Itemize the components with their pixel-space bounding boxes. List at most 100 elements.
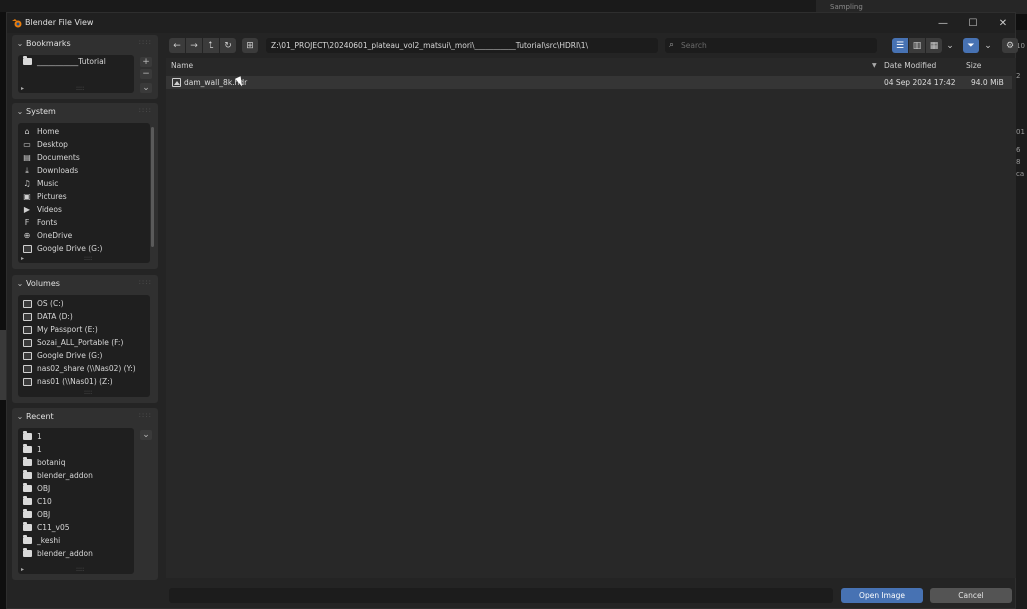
volume-item[interactable]: Google Drive (G:) [18, 349, 150, 362]
drag-handle-icon[interactable]: :::: [139, 278, 152, 286]
column-date-header[interactable]: Date Modified [884, 61, 936, 70]
resize-grip-icon[interactable]: :::: [76, 85, 84, 92]
recent-label: blender_addon [37, 471, 93, 480]
bookmarks-header[interactable]: ⌄ Bookmarks :::: [12, 35, 158, 51]
volumes-list: OS (C:) DATA (D:) My Passport (E:) Sozai… [18, 295, 150, 397]
system-item-label: Fonts [37, 218, 58, 227]
recent-item[interactable]: botaniq [18, 456, 134, 469]
parent-directory-button[interactable]: ⮤ [203, 38, 219, 53]
recent-item[interactable]: _keshi [18, 534, 134, 547]
recent-item[interactable]: blender_addon [18, 469, 134, 482]
recent-item[interactable]: C10 [18, 495, 134, 508]
column-name-header[interactable]: Name [171, 61, 193, 70]
folder-icon [22, 509, 32, 519]
volume-item[interactable]: nas01 (\\Nas01) (Z:) [18, 375, 150, 388]
network-drive-icon [22, 377, 32, 386]
forward-button[interactable]: → [186, 38, 202, 53]
add-bookmark-button[interactable]: + [140, 57, 152, 67]
videos-icon: ▶ [23, 205, 31, 214]
music-icon: ♫ [23, 179, 31, 188]
system-item-documents[interactable]: ▤ Documents [18, 151, 150, 164]
volume-item[interactable]: DATA (D:) [18, 310, 150, 323]
resize-grip-icon[interactable]: :::: [84, 389, 92, 396]
vertical-list-view-button[interactable]: ☰ [892, 38, 908, 53]
volumes-header[interactable]: ⌄ Volumes :::: [12, 275, 158, 291]
recent-item[interactable]: blender_addon [18, 547, 134, 560]
bookmarks-menu-button[interactable]: ⌄ [140, 83, 152, 93]
system-panel: ⌄ System :::: ⌂ Home ▭ Desktop ▤ Documents … [12, 103, 158, 269]
back-button[interactable]: ← [169, 38, 185, 53]
expand-triangle-icon[interactable]: ▸ [21, 566, 24, 573]
search-field[interactable]: ⌕ [665, 38, 877, 53]
expand-triangle-icon[interactable]: ▸ [21, 85, 24, 92]
system-item-pictures[interactable]: ▣ Pictures [18, 190, 150, 203]
maximize-button[interactable]: ☐ [961, 15, 985, 31]
system-item-videos[interactable]: ▶ Videos [18, 203, 150, 216]
minimize-button[interactable]: — [931, 15, 955, 31]
resize-grip-icon[interactable]: :::: [76, 566, 84, 573]
open-image-button[interactable]: Open Image [841, 588, 923, 603]
folder-icon [22, 470, 32, 480]
resize-grip-icon[interactable]: :::: [84, 255, 92, 262]
recent-item[interactable]: 1 [18, 443, 134, 456]
cancel-button[interactable]: Cancel [930, 588, 1012, 603]
refresh-button[interactable]: ↻ [220, 38, 236, 53]
recent-item[interactable]: OBJ [18, 482, 134, 495]
display-settings-dropdown[interactable]: ⌄ [942, 38, 958, 53]
recent-menu-button[interactable]: ⌄ [140, 430, 152, 440]
system-item-home[interactable]: ⌂ Home [18, 125, 150, 138]
volume-item[interactable]: nas02_share (\\Nas02) (Y:) [18, 362, 150, 375]
volume-item[interactable]: Sozai_ALL_Portable (F:) [18, 336, 150, 349]
recent-title: Recent [26, 411, 54, 421]
gear-icon[interactable]: ⚙ [1002, 38, 1018, 53]
file-list: Name ▼ Date Modified Size dam_wall_8k.hd… [166, 58, 1016, 578]
filter-icon[interactable]: ⏷ [963, 38, 979, 53]
recent-item[interactable]: OBJ [18, 508, 134, 521]
bookmarks-list-footer: ▸ :::: [18, 85, 134, 93]
system-header[interactable]: ⌄ System :::: [12, 103, 158, 119]
new-folder-button[interactable]: ⊞ [242, 38, 258, 53]
filter-dropdown[interactable]: ⌄ [980, 38, 996, 53]
column-size-header[interactable]: Size [966, 61, 981, 70]
system-item-label: Videos [37, 205, 62, 214]
volumes-panel: ⌄ Volumes :::: OS (C:) DATA (D:) My Pass… [12, 275, 158, 403]
sort-descending-icon[interactable]: ▼ [872, 62, 877, 69]
system-item-downloads[interactable]: ⤓ Downloads [18, 164, 150, 177]
bookmarks-panel: ⌄ Bookmarks :::: ___________Tutorial ▸ :… [12, 35, 158, 99]
search-input[interactable] [681, 38, 871, 53]
window-title: Blender File View [25, 18, 94, 27]
volume-item[interactable]: My Passport (E:) [18, 323, 150, 336]
system-item-music[interactable]: ♫ Music [18, 177, 150, 190]
system-item-fonts[interactable]: F Fonts [18, 216, 150, 229]
title-bar[interactable]: Blender File View — ☐ ✕ [7, 13, 1015, 33]
recent-label: 1 [37, 445, 42, 454]
recent-label: 1 [37, 432, 42, 441]
folder-icon [22, 444, 32, 454]
system-item-label: OneDrive [37, 231, 73, 240]
drag-handle-icon[interactable]: :::: [139, 106, 152, 114]
system-scrollbar[interactable] [151, 127, 154, 247]
folder-icon [22, 548, 32, 558]
remove-bookmark-button[interactable]: − [140, 69, 152, 79]
bookmarks-list: ___________Tutorial ▸ :::: [18, 55, 134, 93]
bookmark-item[interactable]: ___________Tutorial [18, 55, 134, 68]
thumbnails-view-button[interactable]: ▦ [926, 38, 942, 53]
directory-path-input[interactable] [266, 38, 658, 53]
system-item-desktop[interactable]: ▭ Desktop [18, 138, 150, 151]
recent-header[interactable]: ⌄ Recent :::: [12, 408, 158, 424]
drag-handle-icon[interactable]: :::: [139, 411, 152, 419]
drag-handle-icon[interactable]: :::: [139, 38, 152, 46]
expand-triangle-icon[interactable]: ▸ [21, 255, 24, 262]
recent-item[interactable]: 1 [18, 430, 134, 443]
file-row[interactable]: dam_wall_8k.hdr 04 Sep 2024 17:42 94.0 M… [166, 76, 1012, 89]
download-icon: ⤓ [25, 165, 29, 175]
system-item-onedrive[interactable]: ⊕ OneDrive [18, 229, 150, 242]
volumes-list-footer: :::: [18, 389, 150, 397]
recent-item[interactable]: C11_v05 [18, 521, 134, 534]
volume-label: nas02_share (\\Nas02) (Y:) [37, 364, 136, 373]
close-button[interactable]: ✕ [991, 15, 1015, 31]
system-item-google-drive[interactable]: Google Drive (G:) [18, 242, 150, 255]
horizontal-list-view-button[interactable]: ▥ [909, 38, 925, 53]
volume-item[interactable]: OS (C:) [18, 297, 150, 310]
filename-input[interactable] [169, 588, 833, 603]
